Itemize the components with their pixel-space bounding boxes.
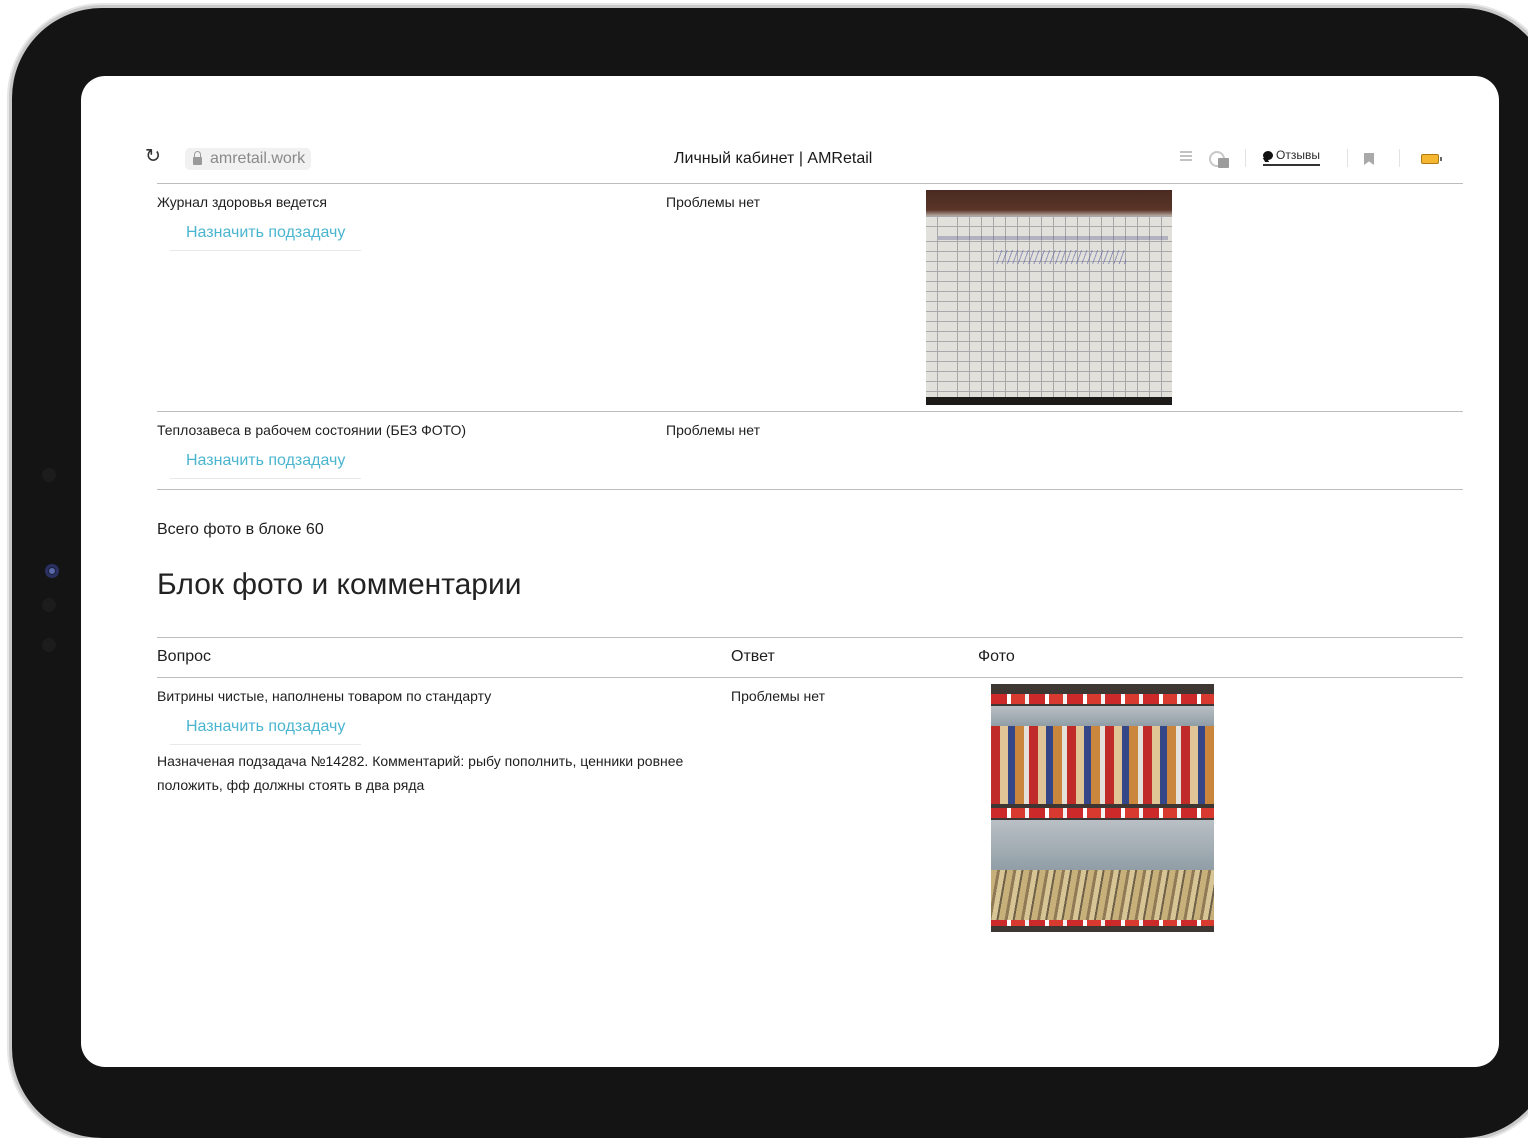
divider: [157, 489, 1463, 490]
photo-health-journal[interactable]: [926, 190, 1172, 405]
toolbar-divider: [1399, 149, 1400, 167]
address-bar[interactable]: amretail.work: [185, 148, 312, 170]
lock-icon: [193, 151, 202, 165]
divider: [157, 411, 1463, 412]
section-heading: Блок фото и комментарии: [157, 568, 522, 601]
page-title: Личный кабинет | AMRetail: [674, 150, 873, 167]
bookmark-icon[interactable]: [1364, 153, 1374, 165]
assign-subtask-link[interactable]: Назначить подзадачу: [170, 452, 362, 479]
column-header-question: Вопрос: [157, 648, 212, 665]
assign-subtask-link[interactable]: Назначить подзадачу: [170, 718, 362, 745]
question-text: Журнал здоровья ведется: [157, 194, 327, 210]
photo-count-summary: Всего фото в блоке 60: [157, 521, 324, 538]
answer-text: Проблемы нет: [666, 194, 761, 210]
reader-icon[interactable]: [1209, 149, 1231, 169]
screen: ↻ amretail.work Личный кабинет | AMRetai…: [81, 76, 1499, 1067]
answer-text: Проблемы нет: [666, 422, 761, 438]
list-icon[interactable]: [1180, 151, 1192, 163]
url-text: amretail.work: [210, 150, 306, 167]
column-header-photo: Фото: [978, 648, 1015, 665]
assign-subtask-link[interactable]: Назначить подзадачу: [170, 224, 362, 251]
sensor-dot: [42, 638, 56, 652]
subtask-comment: Назначеная подзадача №14282. Комментарий…: [157, 753, 684, 793]
toolbar-divider: [1245, 149, 1246, 167]
divider: [157, 677, 1463, 678]
tablet-frame: ↻ amretail.work Личный кабинет | AMRetai…: [12, 8, 1528, 1138]
toolbar-divider: [1347, 149, 1348, 167]
sensor-dot: [42, 468, 56, 482]
feedback-button[interactable]: Отзывы: [1263, 148, 1320, 166]
question-text: Витрины чистые, наполнены товаром по ста…: [157, 688, 492, 704]
browser-toolbar: ↻ amretail.work Личный кабинет | AMRetai…: [81, 76, 1499, 184]
divider: [157, 183, 1463, 184]
battery-icon: [1421, 154, 1442, 164]
camera-lens: [45, 564, 59, 578]
sensor-dot: [42, 598, 56, 612]
column-header-answer: Ответ: [731, 648, 775, 665]
reload-icon[interactable]: ↻: [145, 147, 163, 166]
answer-text: Проблемы нет: [731, 688, 826, 704]
question-text: Теплозавеса в рабочем состоянии (БЕЗ ФОТ…: [157, 422, 467, 438]
divider: [157, 637, 1463, 638]
chat-bubble-icon: [1263, 150, 1273, 160]
photo-showcase[interactable]: [991, 684, 1214, 932]
feedback-label: Отзывы: [1276, 148, 1320, 162]
